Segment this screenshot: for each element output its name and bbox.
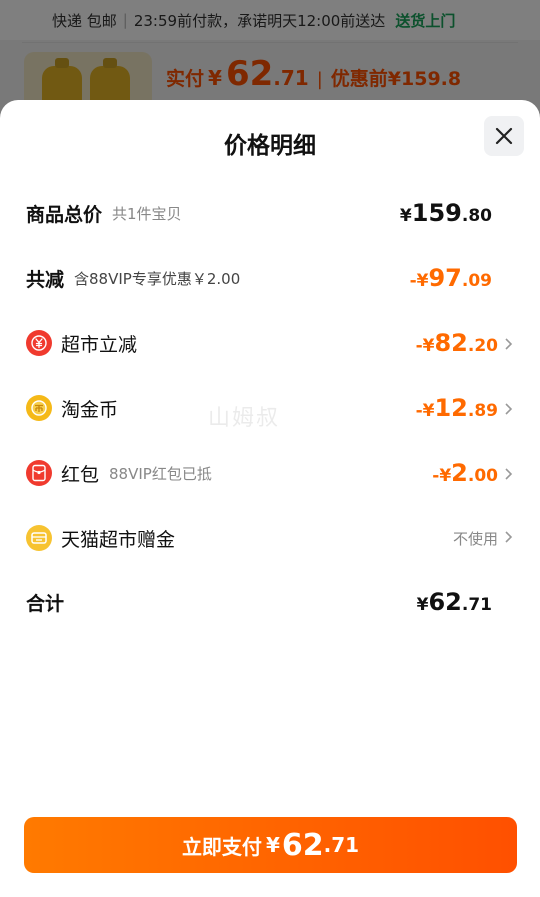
amount-integer: 62: [428, 588, 462, 616]
sum-amount: ¥ 62 .71: [417, 588, 514, 616]
red-packet-amount: -¥ 2 .00: [432, 459, 514, 487]
amount-decimal: .89: [467, 401, 498, 421]
amount-integer: 2: [451, 459, 468, 487]
vip-discount-note: 含88VIP专享优惠￥2.00: [74, 269, 241, 288]
total-discount-label: 共减: [26, 268, 65, 291]
amount-decimal: .20: [467, 336, 498, 356]
amount-decimal: .00: [467, 466, 498, 486]
chevron-right-icon: [504, 530, 514, 544]
currency-symbol: ¥: [399, 206, 412, 226]
close-button[interactable]: [484, 116, 524, 156]
amount-decimal: .80: [461, 206, 492, 226]
currency-symbol: ¥: [416, 595, 429, 615]
row-total-discount: 共减 含88VIP专享优惠￥2.00 -¥ 97 .09: [26, 258, 514, 298]
pay-amount-integer: 62: [281, 827, 324, 863]
currency-symbol: -¥: [432, 466, 452, 486]
red-packet-icon: [26, 460, 52, 486]
supermarket-discount-label: 超市立减: [61, 333, 138, 356]
currency-symbol: ¥: [265, 833, 280, 857]
gift-card-icon: [26, 525, 52, 551]
amount-decimal: .71: [461, 595, 492, 615]
red-packet-label: 红包: [61, 463, 100, 486]
chevron-right-icon: [504, 402, 514, 416]
total-discount-amount: -¥ 97 .09: [410, 264, 514, 292]
sum-label: 合计: [26, 592, 65, 615]
goods-total-label: 商品总价: [26, 203, 103, 226]
close-icon: [495, 127, 513, 145]
currency-symbol: -¥: [409, 271, 429, 291]
currency-symbol: -¥: [415, 336, 435, 356]
chevron-right-icon: [504, 467, 514, 481]
pay-now-label: 立即支付: [181, 834, 262, 859]
row-goods-total: 商品总价 共1件宝贝 ¥ 159 .80: [26, 193, 514, 233]
watermark: 山姆叔: [208, 406, 281, 431]
supermarket-discount-amount: -¥ 82 .20: [416, 329, 514, 357]
tmall-gift-credit-label: 天猫超市赠金: [61, 528, 176, 551]
chevron-right-icon: [504, 337, 514, 351]
amount-integer: 97: [428, 264, 462, 292]
amount-integer: 82: [434, 329, 468, 357]
row-red-packet[interactable]: 红包 88VIP红包已抵 -¥ 2 .00: [26, 453, 514, 493]
pay-amount-decimal: .71: [323, 833, 360, 857]
sheet-title: 价格明细: [224, 133, 316, 159]
goods-count: 共1件宝贝: [112, 204, 182, 223]
price-detail-sheet: 价格明细 商品总价 共1件宝贝 ¥ 159 .80 共减 含88VIP专享优惠￥…: [0, 100, 540, 897]
tmall-gift-credit-value: 不使用: [453, 528, 514, 549]
amount-integer: 159: [411, 199, 462, 227]
currency-symbol: -¥: [415, 401, 435, 421]
not-use-text: 不使用: [452, 529, 498, 548]
row-supermarket-discount[interactable]: 超市立减 -¥ 82 .20: [26, 323, 514, 363]
row-sum: 合计 ¥ 62 .71: [26, 582, 514, 622]
pay-now-button[interactable]: 立即支付 ¥ 62 .71: [24, 817, 517, 873]
amount-decimal: .09: [461, 271, 492, 291]
amount-integer: 12: [434, 394, 468, 422]
coin-icon: [26, 395, 52, 421]
red-packet-note: 88VIP红包已抵: [109, 464, 212, 483]
yuan-down-icon: [26, 330, 52, 356]
taojinbi-amount: -¥ 12 .89: [416, 394, 514, 422]
row-tmall-gift-credit[interactable]: 天猫超市赠金 不使用: [26, 518, 514, 558]
taojinbi-label: 淘金币: [61, 398, 119, 421]
goods-total-amount: ¥ 159 .80: [400, 199, 514, 227]
